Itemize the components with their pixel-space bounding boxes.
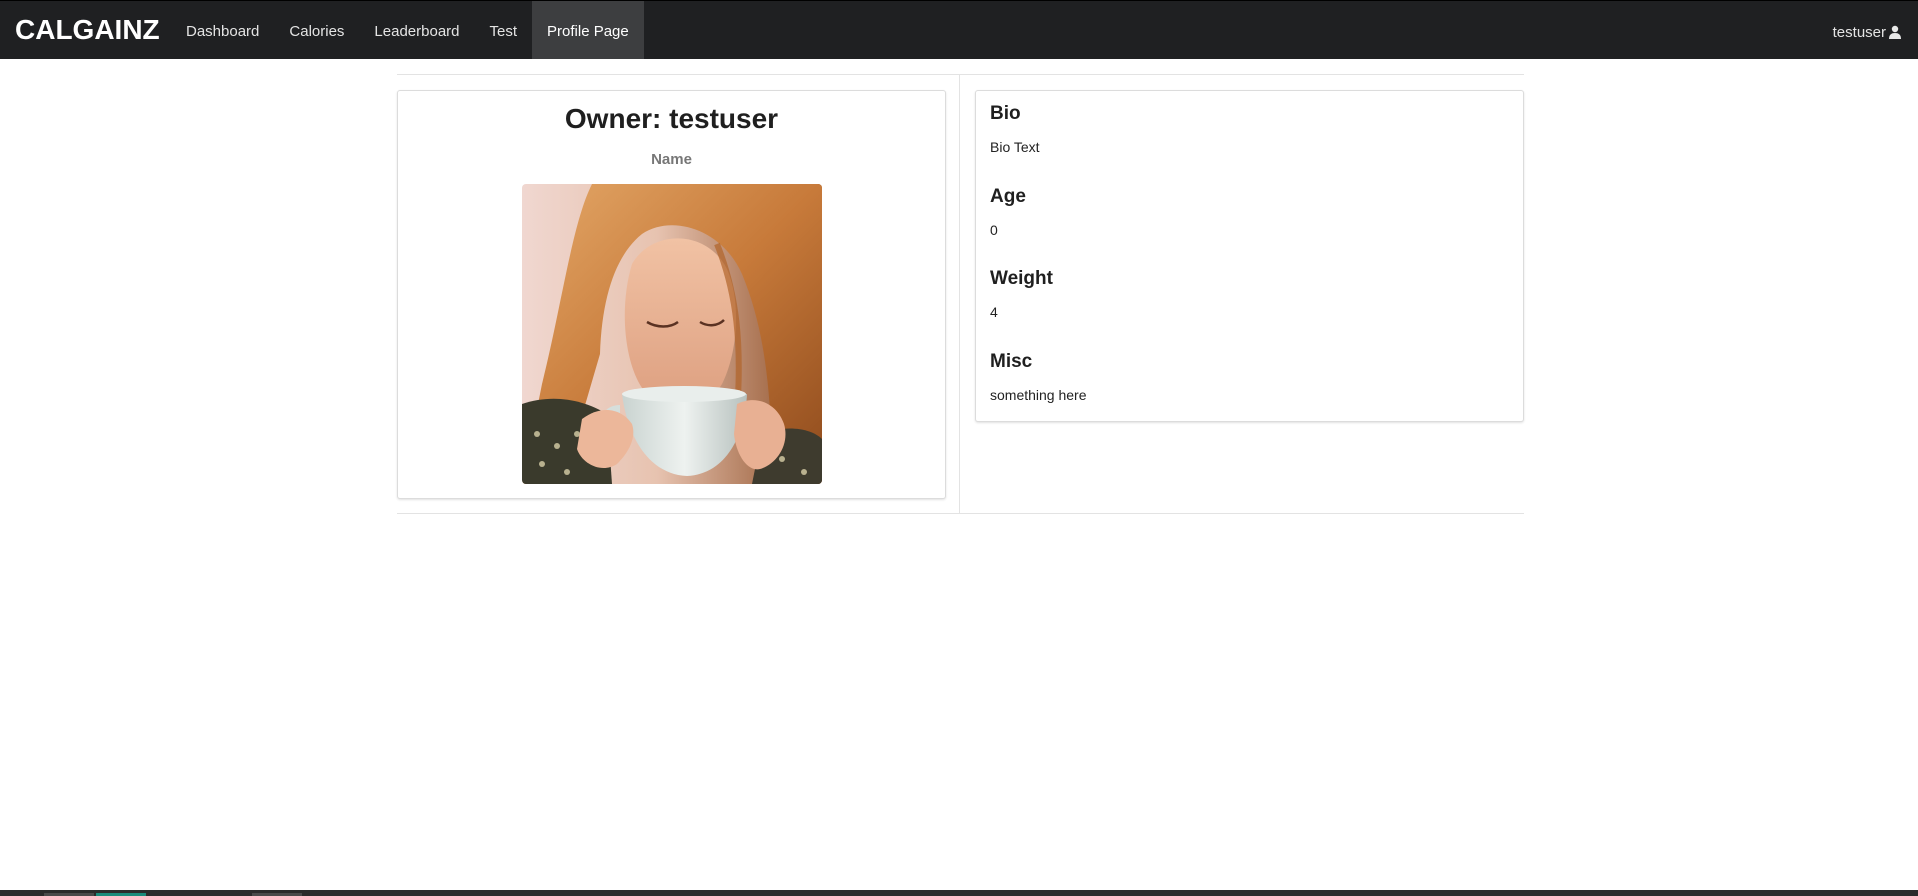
age-value: 0 [990,222,998,238]
misc-section: Misc something here [990,351,1087,403]
user-icon [1889,25,1901,39]
name-label: Name [651,151,692,168]
weight-section: Weight 4 [990,268,1053,320]
bio-heading: Bio [990,103,1021,124]
bio-section: Bio Bio Text [990,103,1040,155]
top-navbar: CALGAINZ Dashboard Calories Leaderboard … [0,0,1918,59]
nav-item-test[interactable]: Test [475,1,533,59]
age-heading: Age [990,186,1026,207]
bio-value: Bio Text [990,139,1040,155]
weight-heading: Weight [990,268,1053,289]
nav-menu: Dashboard Calories Leaderboard Test Prof… [171,1,644,59]
os-taskbar [0,890,1918,896]
misc-value: something here [990,387,1087,403]
owner-title: Owner: testuser [564,103,779,134]
profile-container: Owner: testuser Name Bio Bio Text Age 0 … [397,74,1524,514]
brand-logo[interactable]: CALGAINZ [15,14,160,46]
profile-photo [522,184,822,484]
weight-value: 4 [990,304,998,320]
nav-item-profile-page[interactable]: Profile Page [532,1,644,59]
nav-item-leaderboard[interactable]: Leaderboard [359,1,474,59]
misc-heading: Misc [990,351,1033,372]
nav-item-calories[interactable]: Calories [274,1,359,59]
profile-card: Owner: testuser Name [397,90,946,499]
profile-photo-image [522,184,822,484]
username-label: testuser [1832,23,1886,41]
nav-item-dashboard[interactable]: Dashboard [171,1,274,59]
age-section: Age 0 [990,186,1026,238]
details-card: Bio Bio Text Age 0 Weight 4 Misc somethi… [975,90,1524,422]
user-menu[interactable]: testuser [1833,1,1902,59]
column-divider [959,75,960,514]
